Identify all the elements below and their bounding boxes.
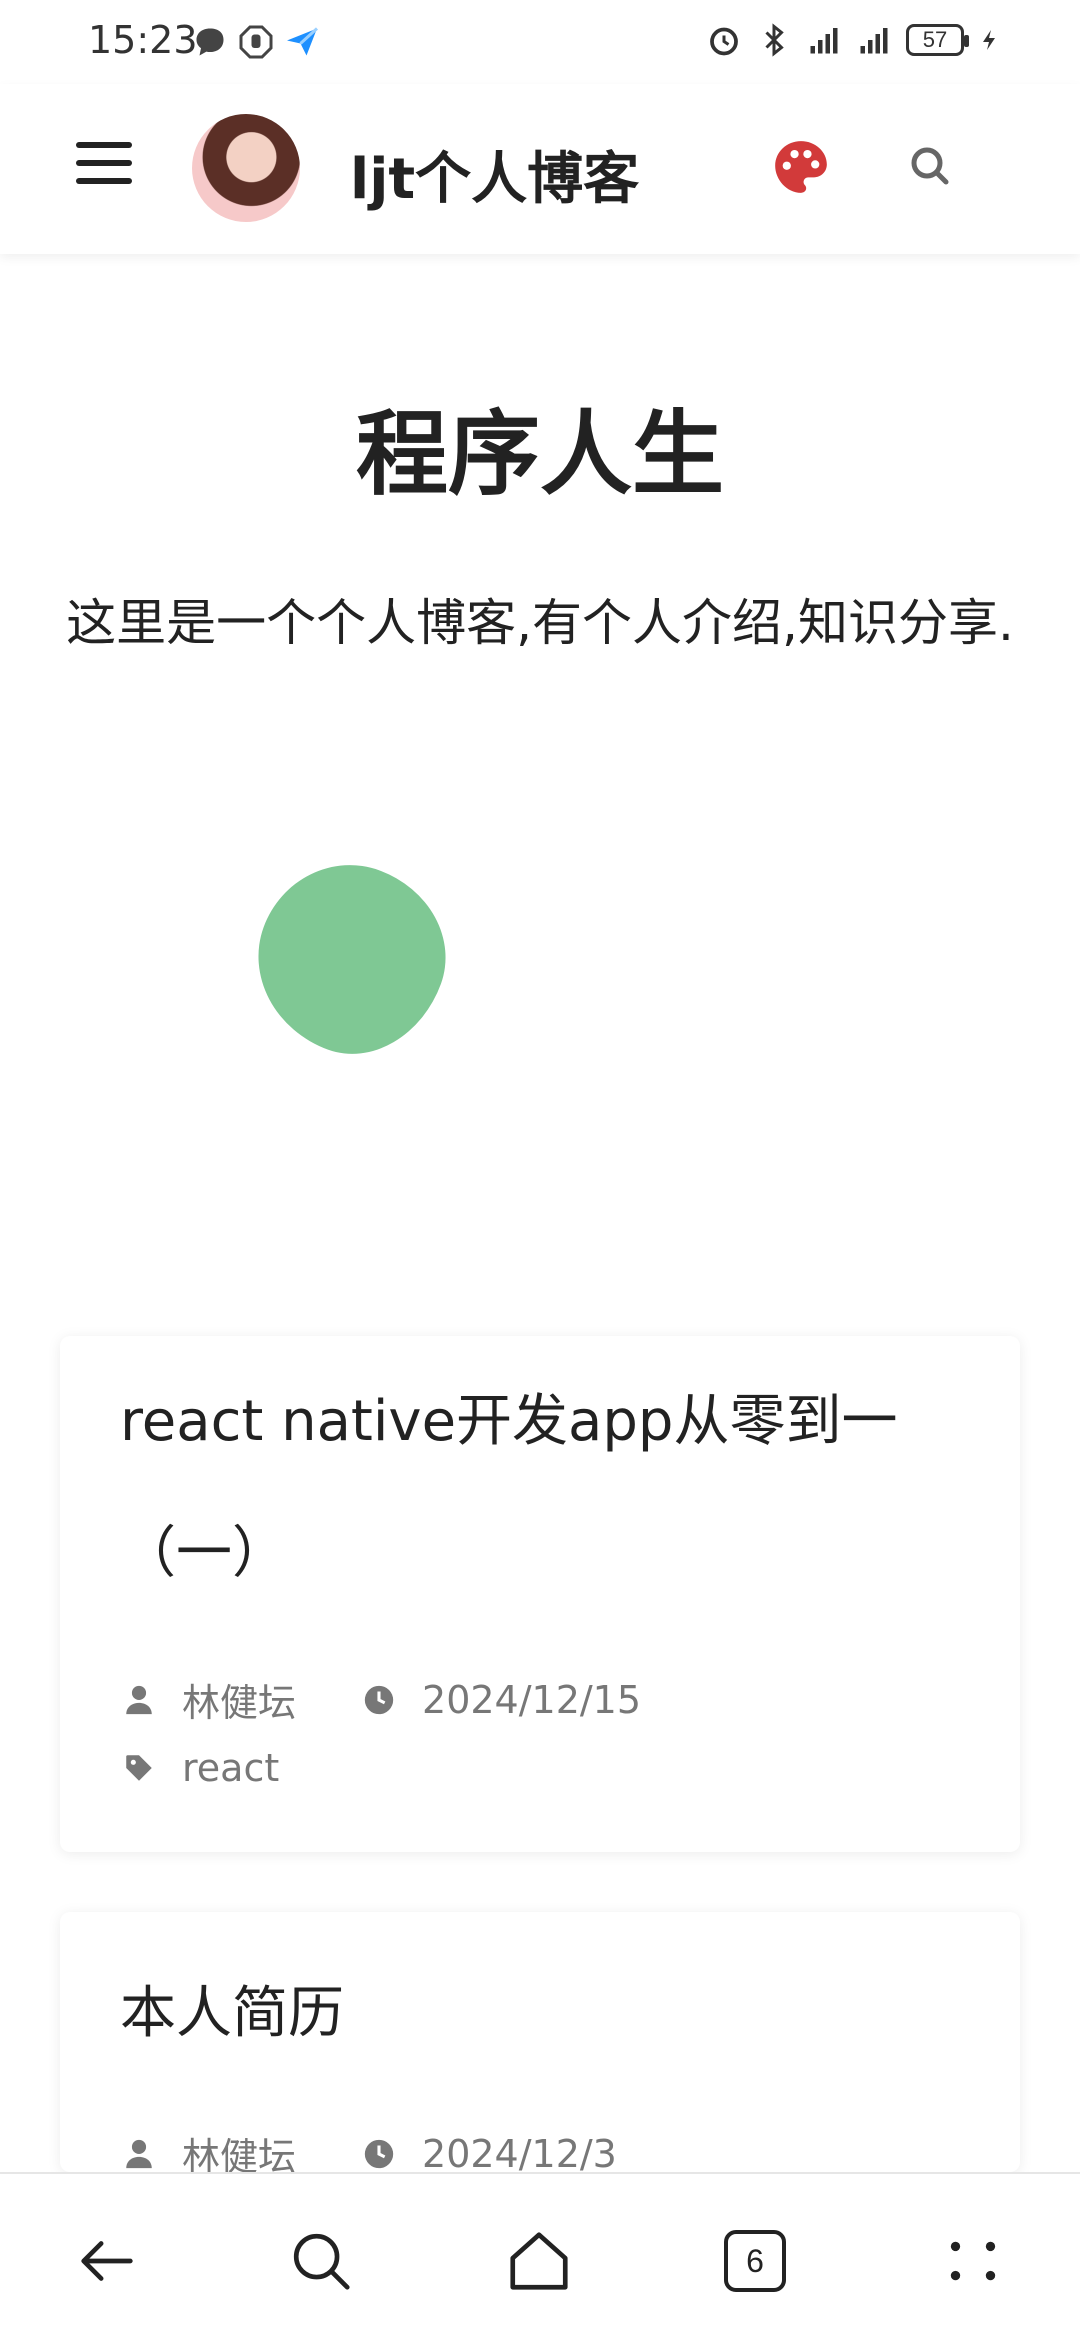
avatar[interactable] xyxy=(192,114,300,222)
site-header: ljt个人博客 xyxy=(0,84,1080,254)
post-title[interactable]: 本人简历 xyxy=(120,1948,980,2080)
signal-4g-icon xyxy=(810,28,838,54)
browser-bottom-nav: 6 xyxy=(0,2172,1080,2340)
post-card[interactable]: 本人简历 林健坛 2024/12/3 xyxy=(60,1912,1020,2179)
send-icon xyxy=(287,27,319,56)
charging-icon xyxy=(983,30,995,50)
menu-icon-bar xyxy=(76,142,132,148)
palette-icon[interactable] xyxy=(770,136,832,198)
post-meta: 林健坛 2024/12/15 xyxy=(122,1672,641,1727)
alarm-icon xyxy=(710,27,738,56)
clock-icon xyxy=(364,1685,394,1714)
signal-4g-icon-2 xyxy=(860,28,888,54)
user-icon xyxy=(126,2139,152,2168)
status-bar: 15:23 57 xyxy=(0,0,1080,84)
status-right-icons: 57 xyxy=(706,22,1002,58)
clock-icon xyxy=(364,2139,394,2168)
status-left-icons xyxy=(192,24,320,60)
battery-icon: 57 xyxy=(906,24,969,56)
user-icon xyxy=(126,1685,152,1714)
post-date: 2024/12/3 xyxy=(422,2131,617,2176)
search-icon[interactable] xyxy=(286,2226,356,2296)
more-icon[interactable] xyxy=(938,2226,1008,2296)
menu-icon-bar xyxy=(76,178,132,184)
post-tags: react xyxy=(122,1746,279,1790)
menu-icon-bar xyxy=(76,160,132,166)
menu-button[interactable] xyxy=(76,142,132,192)
post-tag[interactable]: react xyxy=(182,1746,279,1790)
post-title[interactable]: react native开发app从零到一（一） xyxy=(120,1356,980,1620)
search-icon[interactable] xyxy=(906,142,954,190)
post-date: 2024/12/15 xyxy=(422,1677,642,1722)
back-icon[interactable] xyxy=(72,2226,142,2296)
home-icon[interactable] xyxy=(504,2226,574,2296)
post-author[interactable]: 林健坛 xyxy=(182,1672,296,1727)
post-card[interactable]: react native开发app从零到一（一） 林健坛 2024/12/15 … xyxy=(60,1336,1020,1852)
hand-icon xyxy=(239,25,273,59)
decorative-blob xyxy=(231,839,471,1079)
hero-subtitle: 这里是一个个人博客,有个人介绍,知识分享. xyxy=(66,594,1014,652)
site-title[interactable]: ljt个人博客 xyxy=(350,134,639,215)
status-time: 15:23 xyxy=(88,18,198,62)
tabs-button[interactable]: 6 xyxy=(724,2230,786,2292)
bluetooth-icon xyxy=(765,23,784,57)
tag-icon xyxy=(126,1755,152,1781)
chat-icon xyxy=(196,28,224,56)
hero-title: 程序人生 xyxy=(355,401,724,508)
